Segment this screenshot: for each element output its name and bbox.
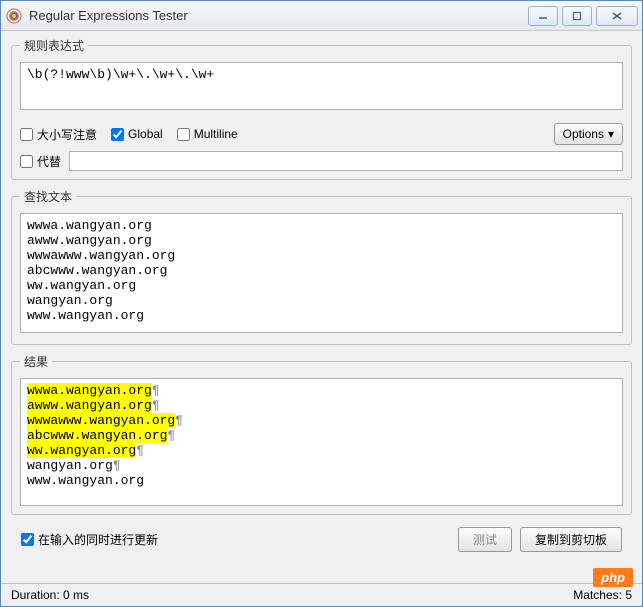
result-text: wangyan.org	[27, 458, 113, 473]
match-highlight: wwwa.wangyan.org	[27, 383, 152, 398]
search-input[interactable]	[20, 213, 623, 333]
match-highlight: ww.wangyan.org	[27, 443, 136, 458]
substitute-checkbox[interactable]: 代替	[20, 153, 61, 170]
match-highlight: wwwawww.wangyan.org	[27, 413, 175, 428]
result-fieldset: 结果 wwwa.wangyan.org¶awww.wangyan.org¶www…	[11, 353, 632, 515]
test-button[interactable]: 测试	[458, 527, 512, 552]
matches-text: Matches: 5	[573, 588, 632, 602]
window-title: Regular Expressions Tester	[29, 8, 524, 23]
app-icon	[5, 7, 23, 25]
minimize-button[interactable]	[528, 6, 558, 26]
auto-update-checkbox[interactable]: 在输入的同时进行更新	[21, 531, 158, 548]
search-fieldset: 查找文本	[11, 188, 632, 345]
substitute-row: 代替	[20, 151, 623, 171]
titlebar: Regular Expressions Tester	[1, 1, 642, 31]
regex-legend: 规则表达式	[20, 37, 88, 54]
case-label: 大小写注意	[37, 126, 97, 143]
copy-button[interactable]: 复制到剪切板	[520, 527, 622, 552]
bottom-bar: 在输入的同时进行更新 测试 复制到剪切板	[11, 523, 632, 556]
result-line: ww.wangyan.org¶	[27, 443, 616, 458]
auto-update-label: 在输入的同时进行更新	[38, 531, 158, 548]
global-checkbox[interactable]: Global	[111, 127, 163, 141]
result-line: awww.wangyan.org¶	[27, 398, 616, 413]
multiline-checkbox[interactable]: Multiline	[177, 127, 238, 141]
regex-input[interactable]	[20, 62, 623, 110]
substitute-label: 代替	[37, 153, 61, 170]
result-line: www.wangyan.org	[27, 473, 616, 488]
result-line: abcwww.wangyan.org¶	[27, 428, 616, 443]
match-highlight: awww.wangyan.org	[27, 398, 152, 413]
result-line: wwwa.wangyan.org¶	[27, 383, 616, 398]
options-row: 大小写注意 Global Multiline Options ▾	[20, 123, 623, 145]
status-bar: Duration: 0 ms Matches: 5	[1, 583, 642, 606]
match-highlight: abcwww.wangyan.org	[27, 428, 167, 443]
result-output[interactable]: wwwa.wangyan.org¶awww.wangyan.org¶wwwaww…	[20, 378, 623, 506]
chevron-down-icon: ▾	[608, 127, 614, 141]
pilcrow-icon: ¶	[136, 443, 144, 458]
pilcrow-icon: ¶	[175, 413, 183, 428]
options-label: Options	[563, 127, 604, 141]
php-badge: php	[593, 568, 633, 587]
case-checkbox[interactable]: 大小写注意	[20, 126, 97, 143]
duration-text: Duration: 0 ms	[11, 588, 573, 602]
pilcrow-icon: ¶	[167, 428, 175, 443]
options-button[interactable]: Options ▾	[554, 123, 623, 145]
result-line: wwwawww.wangyan.org¶	[27, 413, 616, 428]
pilcrow-icon: ¶	[152, 383, 160, 398]
pilcrow-icon: ¶	[152, 398, 160, 413]
window-body: 规则表达式 大小写注意 Global Multiline Options ▾ 代替…	[1, 31, 642, 583]
maximize-button[interactable]	[562, 6, 592, 26]
pilcrow-icon: ¶	[113, 458, 121, 473]
result-text: www.wangyan.org	[27, 473, 144, 488]
substitute-input[interactable]	[69, 151, 623, 171]
close-button[interactable]	[596, 6, 638, 26]
window-buttons	[524, 6, 638, 26]
search-legend: 查找文本	[20, 188, 76, 205]
result-line: wangyan.org¶	[27, 458, 616, 473]
app-window: Regular Expressions Tester 规则表达式 大小写注意 G…	[0, 0, 643, 607]
regex-fieldset: 规则表达式 大小写注意 Global Multiline Options ▾ 代替	[11, 37, 632, 180]
global-label: Global	[128, 127, 163, 141]
multiline-label: Multiline	[194, 127, 238, 141]
result-legend: 结果	[20, 353, 52, 370]
